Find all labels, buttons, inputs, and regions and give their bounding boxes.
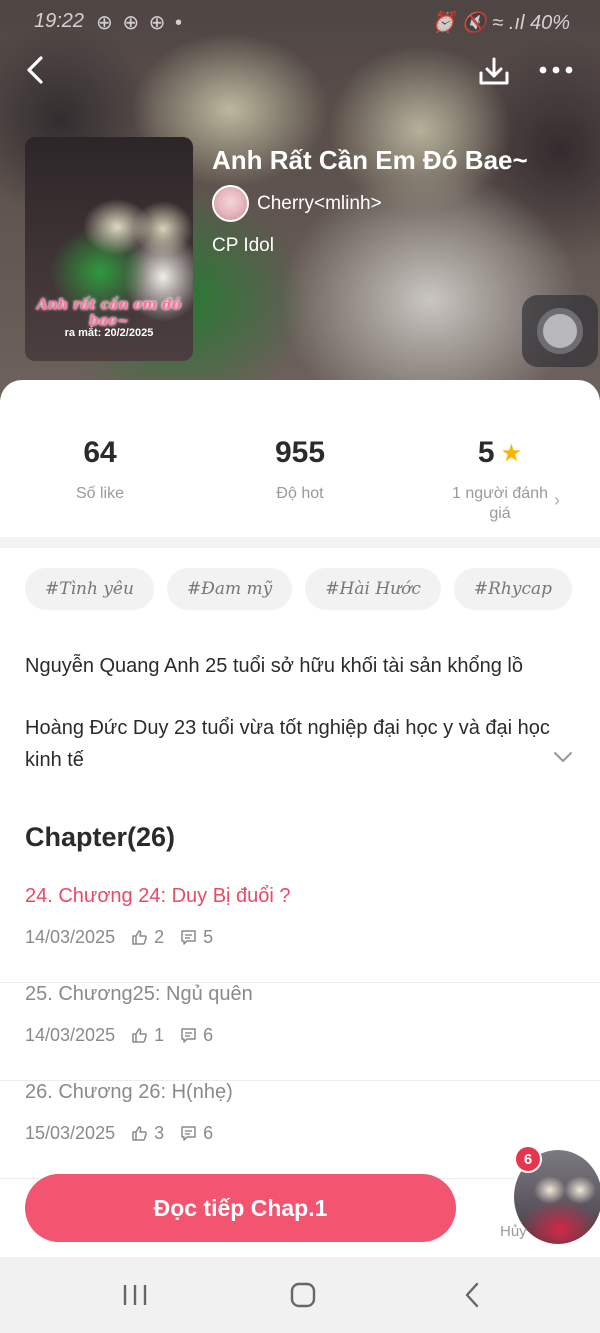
thumbs-up-icon	[131, 1125, 148, 1142]
assistive-touch-button[interactable]	[522, 295, 598, 367]
home-button[interactable]	[283, 1275, 323, 1315]
star-icon: ★	[500, 439, 523, 467]
chapter-comments: 6	[203, 1123, 214, 1143]
rating-value-row: 5 ★	[478, 436, 522, 470]
book-title: Anh Rất Cần Em Đó Bae~	[212, 145, 528, 175]
chapter-title: 26. Chương 26: H(nhẹ)	[25, 1081, 233, 1103]
description-line: Nguyễn Quang Anh 25 tuổi sở hữu khối tài…	[25, 655, 523, 677]
chapter-likes: 1	[154, 1025, 165, 1045]
comment-icon	[180, 929, 197, 946]
chapter-date: 14/03/2025	[25, 927, 116, 947]
cover-date: ra mắt: 20/2/2025	[64, 327, 154, 339]
system-nav-bar	[0, 1257, 600, 1333]
chapter-date: 14/03/2025	[25, 1025, 116, 1045]
download-icon	[479, 57, 509, 85]
status-time: 19:22	[34, 10, 85, 32]
author-link[interactable]: Cherry<mlinh>	[212, 185, 382, 222]
chapter-title: 24. Chương 24: Duy Bị đuổi ?	[25, 885, 291, 907]
content-card: 64 Số like 955 Độ hot 5 ★ 1 người đánh g…	[0, 380, 600, 1333]
chapter-comments: 5	[203, 927, 214, 947]
back-arrow-icon	[27, 56, 43, 84]
author-name: Cherry<mlinh>	[257, 192, 382, 214]
description-line: Hoàng Đức Duy 23 tuổi vừa tốt nghiệp đại…	[25, 717, 550, 771]
tag-item[interactable]: #Đam mỹ	[166, 568, 293, 610]
cancel-label[interactable]: Hủy	[500, 1223, 527, 1240]
thumbs-up-icon	[131, 929, 148, 946]
tag-item[interactable]: #Hài Hước	[305, 568, 441, 610]
hot-label: Độ hot	[276, 485, 324, 502]
likes-label: Số like	[75, 485, 125, 502]
more-dots-icon	[539, 66, 573, 74]
chapter-comments: 6	[203, 1025, 214, 1045]
chapter-meta: 14/03/2025 1 6	[25, 1025, 213, 1046]
status-system-info: ⏰ 🔇 ≈ .ıl 40%	[431, 12, 570, 34]
hot-count: 955	[274, 436, 326, 469]
home-icon	[290, 1282, 316, 1308]
tag-list: #Tình yêu #Đam mỹ #Hài Hước #Rhycap	[25, 568, 573, 610]
chapter-title: 25. Chương25: Ngủ quên	[25, 983, 253, 1005]
stats-row: 64 Số like 955 Độ hot 5 ★ 1 người đánh g…	[0, 380, 600, 535]
chapter-item[interactable]: 25. Chương25: Ngủ quên 14/03/2025 1 6	[0, 983, 600, 1081]
chapter-meta: 15/03/2025 3 6	[25, 1123, 213, 1144]
download-button[interactable]	[474, 52, 514, 92]
status-app-icons: ⊕ ⊕ ⊕ •	[96, 12, 184, 34]
stat-rating[interactable]: 5 ★ 1 người đánh giá	[400, 436, 600, 524]
recent-apps-button[interactable]	[115, 1275, 155, 1315]
more-options-button[interactable]	[534, 52, 578, 88]
chapter-item[interactable]: 26. Chương 26: H(nhẹ) 15/03/2025 3 6	[0, 1081, 600, 1179]
assistive-touch-icon	[537, 308, 583, 354]
continue-reading-button[interactable]: Đọc tiếp Chap.1	[25, 1174, 456, 1242]
chapter-likes: 2	[154, 927, 165, 947]
expand-description-button[interactable]	[552, 750, 574, 769]
status-bar: 19:22 ⊕ ⊕ ⊕ • ⏰ 🔇 ≈ .ıl 40%	[0, 0, 600, 42]
stat-hot: 955 Độ hot	[200, 436, 400, 504]
thumbs-up-icon	[131, 1027, 148, 1044]
chevron-down-icon	[554, 752, 572, 762]
comment-icon	[180, 1125, 197, 1142]
notification-badge: 6	[514, 1145, 542, 1173]
chapter-item[interactable]: 24. Chương 24: Duy Bị đuổi ? 14/03/2025 …	[0, 885, 600, 983]
chapter-date: 15/03/2025	[25, 1123, 116, 1143]
system-back-button[interactable]	[452, 1275, 492, 1315]
back-chevron-icon	[465, 1282, 479, 1308]
tag-item[interactable]: #Tình yêu	[25, 568, 154, 610]
tag-item[interactable]: #Rhycap	[453, 568, 573, 610]
likes-count: 64	[83, 436, 117, 469]
book-category[interactable]: CP Idol	[212, 235, 274, 257]
cover-title: Anh rất cần em đó bae~	[36, 297, 182, 329]
comment-icon	[180, 1027, 197, 1044]
rating-label: 1 người đánh giá	[452, 485, 548, 522]
chapters-header: Chapter(26)	[25, 822, 176, 852]
chevron-right-icon[interactable]: ›	[554, 490, 560, 511]
chapter-likes: 3	[154, 1123, 165, 1143]
chapter-meta: 14/03/2025 2 5	[25, 927, 213, 948]
author-avatar	[212, 185, 249, 222]
stat-likes: 64 Số like	[0, 436, 200, 504]
book-cover: Anh rất cần em đó bae~ ra mắt: 20/2/2025	[25, 137, 193, 361]
rating-value: 5	[477, 436, 495, 469]
back-button[interactable]	[18, 52, 54, 88]
recent-apps-icon	[123, 1285, 147, 1305]
description: Nguyễn Quang Anh 25 tuổi sở hữu khối tài…	[25, 650, 555, 806]
section-divider	[0, 537, 600, 548]
